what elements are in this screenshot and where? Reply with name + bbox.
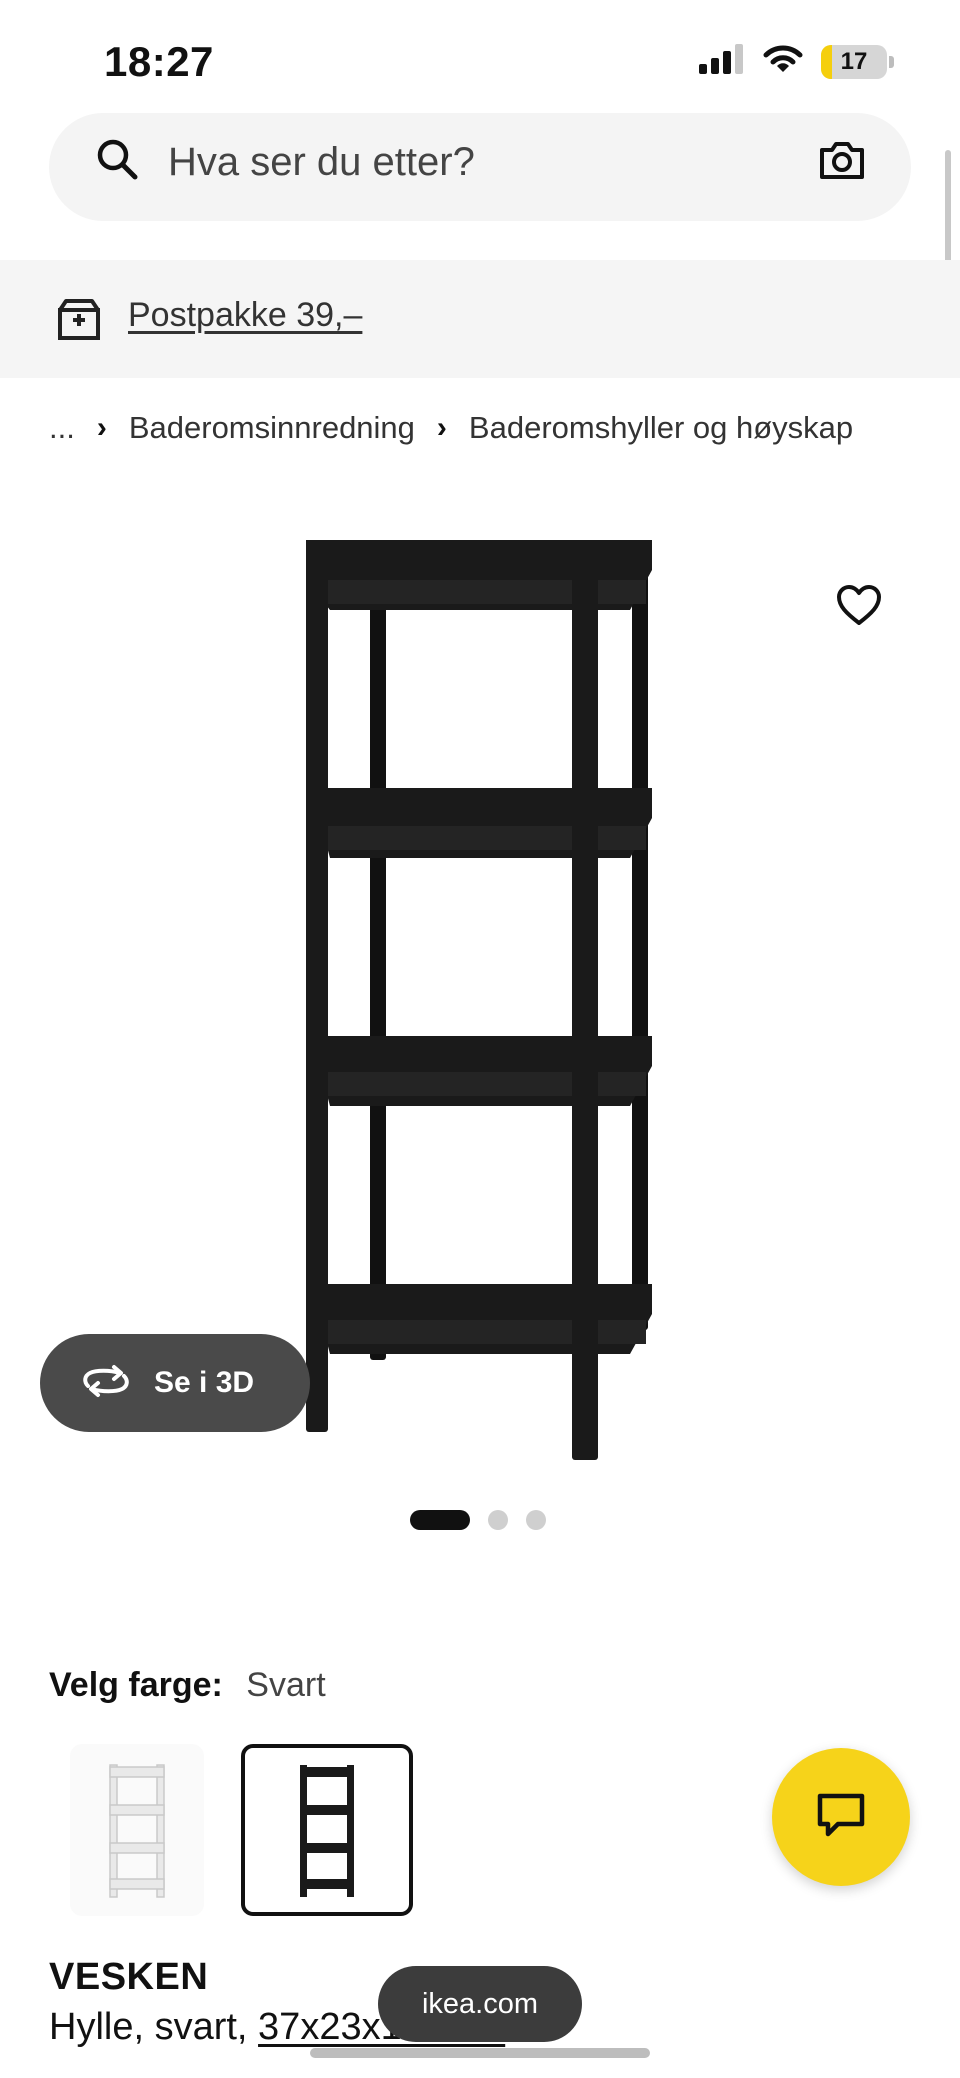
rotate-3d-icon — [80, 1364, 132, 1403]
search-icon[interactable] — [96, 138, 138, 185]
chevron-right-icon: › — [96, 411, 107, 444]
status-time: 18:27 — [104, 38, 214, 85]
color-selector-label: Velg farge: Svart — [49, 1666, 326, 1705]
view-3d-button[interactable]: Se i 3D — [40, 1334, 310, 1432]
search-input[interactable]: Hva ser du etter? — [168, 140, 475, 185]
battery-indicator: 17 — [821, 44, 887, 79]
promo-link[interactable]: Postpakke 39,– — [128, 296, 362, 335]
status-icons: 17 — [699, 44, 894, 79]
battery-fill — [821, 44, 833, 79]
color-label-key: Velg farge: — [49, 1666, 223, 1704]
wifi-icon — [763, 44, 803, 79]
chevron-right-icon: › — [436, 411, 447, 444]
chat-button[interactable] — [772, 1748, 910, 1886]
product-name: VESKEN — [49, 1956, 209, 1998]
breadcrumb: ... › Baderomsinnredning › Baderomshylle… — [49, 410, 853, 446]
breadcrumb-ellipsis[interactable]: ... — [49, 410, 75, 446]
breadcrumb-item-bathroom-furniture[interactable]: Baderomsinnredning — [129, 410, 415, 446]
carousel-dot[interactable] — [410, 1510, 470, 1530]
carousel-dot[interactable] — [488, 1510, 508, 1530]
carousel-pagination — [410, 1510, 546, 1530]
carousel-dot[interactable] — [526, 1510, 546, 1530]
product-description-prefix: Hylle, svart, — [49, 2006, 259, 2048]
view-3d-label: Se i 3D — [154, 1366, 255, 1399]
camera-icon[interactable] — [818, 140, 866, 185]
battery-level: 17 — [840, 47, 868, 75]
home-indicator[interactable] — [310, 2048, 650, 2058]
color-swatch-black[interactable] — [241, 1744, 413, 1916]
cellular-signal-icon — [699, 44, 745, 79]
heart-icon[interactable] — [836, 584, 882, 631]
color-swatch-white[interactable] — [70, 1744, 204, 1916]
package-box-icon — [56, 296, 102, 347]
status-bar: 18:27 17 — [0, 0, 960, 120]
browser-url-pill[interactable]: ikea.com — [378, 1966, 582, 2042]
battery-cap — [889, 55, 894, 68]
color-label-value: Svart — [246, 1666, 326, 1704]
chat-bubble-icon — [816, 1792, 866, 1843]
breadcrumb-item-bathroom-shelves[interactable]: Baderomshyller og høyskap — [469, 410, 853, 446]
product-image[interactable] — [290, 520, 660, 1465]
